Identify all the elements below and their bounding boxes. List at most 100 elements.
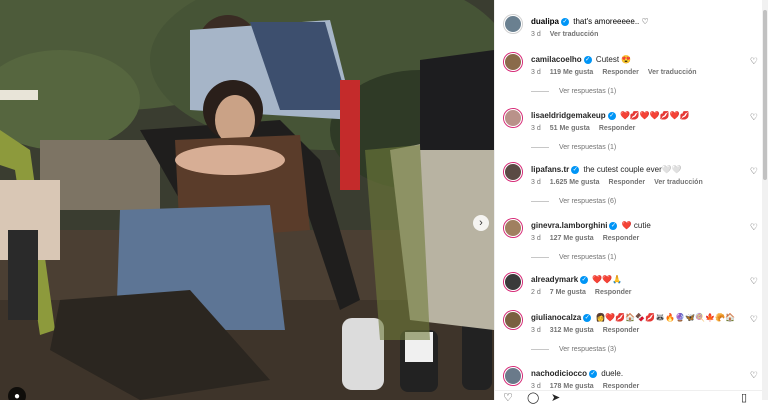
comment-username[interactable]: nachodiciocco <box>531 369 587 378</box>
commenter-avatar[interactable] <box>503 366 523 386</box>
verified-icon: ✓ <box>583 313 592 322</box>
reply-button[interactable]: Responder <box>603 327 640 334</box>
comment-likes[interactable]: 312 Me gusta <box>550 327 594 334</box>
translate-link[interactable]: Ver traducción <box>654 179 703 186</box>
comment-row: giulianocalza ✓ 👩‍❤️‍💋🏠🍫💋🦝🔥🔮🦋🍭🍁🥐🏠 3 d 312 M… <box>503 310 762 340</box>
comments-panel: dualipa ✓ that's amoreeeee.. ♡ 3 d Ver tra… <box>494 0 768 404</box>
comment-username[interactable]: lipafans.tr <box>531 165 569 174</box>
comment-time: 3 d <box>531 125 541 132</box>
reply-button[interactable]: Responder <box>595 289 632 296</box>
comment-like-icon[interactable]: ♡ <box>750 166 758 177</box>
view-replies-label[interactable]: Ver respuestas (1) <box>559 88 616 95</box>
post-actions-bar: ♡ ◯ ➤ ▯ <box>495 390 768 404</box>
view-replies-link[interactable]: Ver respuestas (3) <box>531 346 616 353</box>
comment-meta: 3 d 127 Me gusta Responder <box>531 235 648 242</box>
verified-icon: ✓ <box>583 55 592 64</box>
view-replies-label[interactable]: Ver respuestas (3) <box>559 346 616 353</box>
view-replies-label[interactable]: Ver respuestas (1) <box>559 144 616 151</box>
replies-divider <box>531 146 549 148</box>
author-avatar[interactable] <box>503 14 523 34</box>
comment-likes[interactable]: 7 Me gusta <box>550 289 586 296</box>
post-photo[interactable]: › ● <box>0 0 494 400</box>
comment-likes[interactable]: 178 Me gusta <box>550 383 594 390</box>
comment-text-line: camilacoelho ✓ Cutest 😍 <box>531 55 631 64</box>
comment-meta: 3 d 312 Me gusta Responder <box>531 327 648 334</box>
comment-like-icon[interactable]: ♡ <box>750 222 758 233</box>
replies-divider <box>531 348 549 350</box>
photo-illustration <box>0 0 494 400</box>
verified-icon: ✓ <box>589 369 598 378</box>
comment-time: 3 d <box>531 327 541 334</box>
comment-text-line: lisaeldridgemakeup ✓ ❤️💋❤️❤️💋❤️💋 <box>531 111 690 120</box>
commenter-avatar[interactable] <box>503 272 523 292</box>
comment-username[interactable]: lisaeldridgemakeup <box>531 111 606 120</box>
view-replies-label[interactable]: Ver respuestas (1) <box>559 254 616 261</box>
comment-text: duele. <box>601 369 624 378</box>
view-replies-label[interactable]: Ver respuestas (6) <box>559 198 616 205</box>
reply-button[interactable]: Responder <box>603 383 640 390</box>
comment-like-icon[interactable]: ♡ <box>750 56 758 67</box>
comment-time: 3 d <box>531 383 541 390</box>
commenter-avatar[interactable] <box>503 108 523 128</box>
tagged-people-button[interactable]: ● <box>8 387 26 400</box>
person-icon: ● <box>13 390 21 401</box>
commenter-avatar[interactable] <box>503 162 523 182</box>
comment-like-icon[interactable]: ♡ <box>750 276 758 287</box>
comment-meta: 3 d 178 Me gusta Responder <box>531 383 648 390</box>
comment-text: the cutest couple ever🤍🤍 <box>583 165 682 174</box>
share-icon[interactable]: ➤ <box>551 393 560 404</box>
comment-row: lisaeldridgemakeup ✓ ❤️💋❤️❤️💋❤️💋 3 d 51 Me … <box>503 108 762 138</box>
comment-likes[interactable]: 51 Me gusta <box>550 125 590 132</box>
comment-text: ❤️ cutie <box>621 221 651 230</box>
scrollbar[interactable] <box>762 0 768 400</box>
comment-text-line: giulianocalza ✓ 👩‍❤️‍💋🏠🍫💋🦝🔥🔮🦋🍭🍁🥐🏠 <box>531 313 735 322</box>
commenter-avatar[interactable] <box>503 52 523 72</box>
verified-icon: ✓ <box>561 17 570 26</box>
verified-icon: ✓ <box>607 111 616 120</box>
reply-button[interactable]: Responder <box>599 125 636 132</box>
heart-icon[interactable]: ♡ <box>503 393 513 404</box>
commenter-avatar[interactable] <box>503 218 523 238</box>
view-replies-link[interactable]: Ver respuestas (1) <box>531 88 616 95</box>
comment-likes[interactable]: 1.625 Me gusta <box>550 179 600 186</box>
commenter-avatar[interactable] <box>503 310 523 330</box>
scrollbar-thumb[interactable] <box>763 10 767 180</box>
comment-text: Cutest 😍 <box>595 55 632 64</box>
caption-username[interactable]: dualipa <box>531 17 559 26</box>
reply-button[interactable]: Responder <box>609 179 646 186</box>
comment-like-icon[interactable]: ♡ <box>750 370 758 381</box>
comment-text: ❤️💋❤️❤️💋❤️💋 <box>619 111 690 120</box>
replies-divider <box>531 256 549 258</box>
verified-icon: ✓ <box>609 221 618 230</box>
comment-row: alreadymark ✓ ❤️❤️🙏 2 d 7 Me gusta Responder… <box>503 272 762 302</box>
comment-likes[interactable]: 119 Me gusta <box>550 69 594 76</box>
comment-username[interactable]: giulianocalza <box>531 313 581 322</box>
comment-likes[interactable]: 127 Me gusta <box>550 235 594 242</box>
view-replies-link[interactable]: Ver respuestas (1) <box>531 144 616 151</box>
comment-username[interactable]: alreadymark <box>531 275 578 284</box>
comment-row: ginevra.lamborghini ✓ ❤️ cutie 3 d 127 Me g… <box>503 218 762 248</box>
comment-meta: 2 d 7 Me gusta Responder <box>531 289 640 296</box>
replies-divider <box>531 200 549 202</box>
view-replies-link[interactable]: Ver respuestas (1) <box>531 254 616 261</box>
comment-meta: 3 d 1.625 Me gusta Responder Ver traducción <box>531 179 712 186</box>
caption-translate-link[interactable]: Ver traducción <box>550 31 599 38</box>
comment-text-line: alreadymark ✓ ❤️❤️🙏 <box>531 275 622 284</box>
comment-like-icon[interactable]: ♡ <box>750 112 758 123</box>
replies-divider <box>531 90 549 92</box>
caption-meta: 3 d Ver traducción <box>531 31 607 38</box>
comment-time: 3 d <box>531 69 541 76</box>
reply-button[interactable]: Responder <box>602 69 639 76</box>
comment-like-icon[interactable]: ♡ <box>750 314 758 325</box>
comment-username[interactable]: ginevra.lamborghini <box>531 221 607 230</box>
comment-text: ❤️❤️🙏 <box>592 275 623 284</box>
comment-username[interactable]: camilacoelho <box>531 55 582 64</box>
bookmark-icon[interactable]: ▯ <box>741 393 747 404</box>
reply-button[interactable]: Responder <box>603 235 640 242</box>
next-photo-button[interactable]: › <box>473 215 489 231</box>
view-replies-link[interactable]: Ver respuestas (6) <box>531 198 616 205</box>
translate-link[interactable]: Ver traducción <box>648 69 697 76</box>
comment-icon[interactable]: ◯ <box>527 393 539 404</box>
verified-icon: ✓ <box>580 275 589 284</box>
comment-time: 3 d <box>531 179 541 186</box>
